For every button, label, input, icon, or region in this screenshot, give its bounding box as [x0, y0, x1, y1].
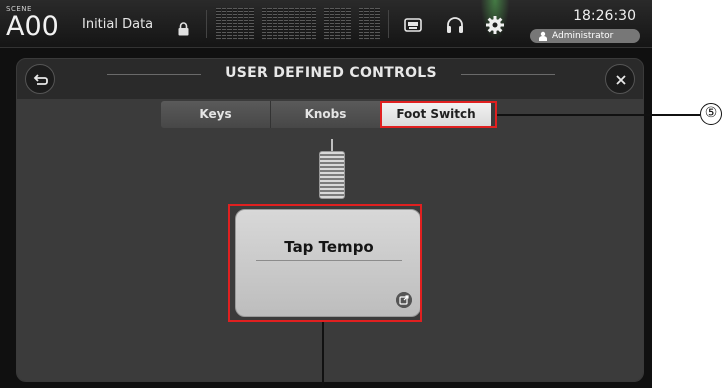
headphones-icon[interactable] [444, 14, 466, 36]
callout-line [497, 114, 700, 116]
user-icon [539, 31, 547, 41]
callout-number-5: ⑤ [700, 103, 722, 125]
gear-icon[interactable] [484, 14, 506, 36]
console-screen: SCENE A00 Initial Data 18:26:30 Administ… [0, 0, 652, 388]
scene-number[interactable]: A00 [6, 12, 59, 42]
assignment-button-highlight [228, 204, 422, 322]
recorder-icon[interactable] [402, 14, 424, 36]
top-bar: SCENE A00 Initial Data 18:26:30 Administ… [0, 0, 652, 48]
tab-knobs[interactable]: Knobs [271, 101, 381, 128]
close-icon [616, 75, 626, 85]
user-badge[interactable]: Administrator [530, 29, 640, 43]
callout-line-down [322, 322, 324, 388]
close-button[interactable] [605, 64, 635, 94]
scene-title[interactable]: Initial Data [82, 17, 153, 32]
foot-switch-tab-highlight [380, 101, 497, 128]
clock: 18:26:30 [573, 8, 636, 24]
foot-switch-pedal-icon [319, 151, 345, 199]
user-name: Administrator [552, 31, 614, 41]
tab-keys[interactable]: Keys [161, 101, 271, 128]
window-title: USER DEFINED CONTROLS [225, 65, 437, 81]
lock-icon[interactable] [178, 22, 189, 36]
level-meters[interactable] [216, 8, 380, 40]
